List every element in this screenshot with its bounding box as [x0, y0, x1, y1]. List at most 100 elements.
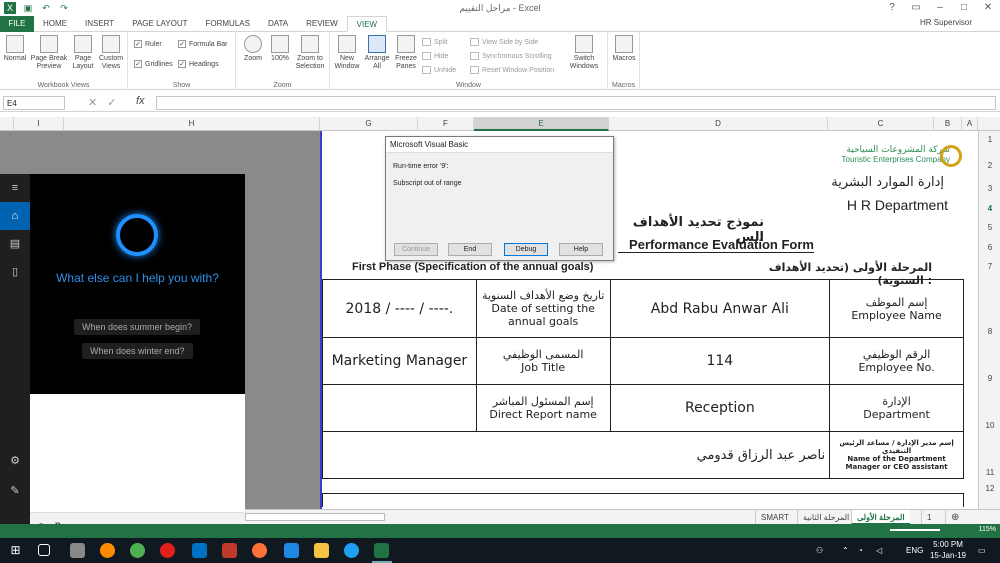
cancel-icon[interactable]: ✕	[88, 96, 97, 109]
freeze-panes-button[interactable]: Freeze Panes	[392, 35, 420, 71]
firefox-icon[interactable]	[100, 543, 115, 558]
ribbon-options-icon[interactable]: ▭	[904, 0, 928, 16]
name-box[interactable]: E4	[3, 96, 65, 110]
job-title-value-cell[interactable]: Marketing Manager	[322, 337, 477, 385]
row-header[interactable]: 7	[979, 262, 1000, 271]
tab-review[interactable]: REVIEW	[297, 16, 347, 32]
chrome-icon[interactable]	[130, 543, 145, 558]
new-window-button[interactable]: New Window	[332, 35, 362, 71]
macros-button[interactable]: Macros	[610, 35, 638, 63]
page-break-preview-button[interactable]: Page Break Preview	[30, 35, 68, 71]
zoom-100-button[interactable]: 100%	[268, 35, 292, 63]
employee-name-value-cell[interactable]: Abd Rabu Anwar Ali	[609, 279, 831, 338]
volume-icon[interactable]: ◁	[876, 546, 882, 555]
sheet-tab[interactable]: 1	[921, 510, 936, 525]
tab-data[interactable]: DATA	[259, 16, 297, 32]
outlook-icon[interactable]	[192, 543, 207, 558]
date-value-cell[interactable]: 2018 / ---- / ----.	[322, 279, 477, 338]
edge-icon[interactable]	[284, 543, 299, 558]
start-icon[interactable]: ⊞	[8, 543, 23, 558]
date-label-cell[interactable]: تاريخ وضع الأهداف السنوية Date of setting…	[475, 279, 611, 338]
file-explorer-icon[interactable]	[314, 543, 329, 558]
department-value-cell[interactable]: Reception	[609, 384, 831, 432]
tray-chevron-icon[interactable]: ⌃	[842, 546, 849, 555]
zoom-slider[interactable]	[890, 529, 940, 531]
suggestion-item[interactable]: When does summer begin?	[74, 319, 201, 335]
internet-explorer-icon[interactable]	[344, 543, 359, 558]
maximize-icon[interactable]: □	[952, 0, 976, 16]
formula-bar-checkbox[interactable]: ✓ Formula Bar	[178, 40, 228, 48]
firefox-icon[interactable]	[252, 543, 267, 558]
custom-views-button[interactable]: Custom Views	[97, 35, 125, 71]
clock-date[interactable]: 15-Jan-19	[928, 551, 968, 560]
language-indicator[interactable]: ENG	[906, 546, 923, 555]
close-icon[interactable]: ✕	[976, 0, 1000, 16]
tab-formulas[interactable]: FORMULAS	[196, 16, 258, 32]
vba-error-dialog[interactable]: Microsoft Visual Basic Run-time error '9…	[385, 136, 614, 261]
tab-page-layout[interactable]: PAGE LAYOUT	[123, 16, 196, 32]
people-icon[interactable]: ⚇	[816, 546, 823, 555]
network-icon[interactable]: ◔	[858, 546, 863, 555]
minimize-icon[interactable]: –	[928, 0, 952, 16]
direct-report-label-cell[interactable]: إسم المسئول المباشر Direct Report name	[475, 384, 611, 432]
headings-checkbox[interactable]: ✓ Headings	[178, 60, 219, 68]
column-header[interactable]: A	[962, 117, 978, 131]
normal-view-button[interactable]: Normal	[2, 35, 28, 63]
row-header[interactable]: 8	[979, 327, 1000, 336]
app-icon[interactable]	[70, 543, 85, 558]
ruler-checkbox[interactable]: ✓ Ruler	[134, 40, 162, 48]
employee-no-label-cell[interactable]: الرقم الوظيفي Employee No.	[829, 337, 964, 385]
device-icon[interactable]: ▯	[0, 258, 30, 286]
direct-report-value-cell[interactable]	[322, 384, 477, 432]
row-header[interactable]: 3	[979, 184, 1000, 193]
view-side-by-side-button[interactable]: View Side by Side	[470, 38, 538, 46]
continue-button[interactable]: Continue	[394, 243, 438, 256]
row-header[interactable]: 12	[979, 484, 1000, 493]
row-header[interactable]: 6	[979, 243, 1000, 252]
row-header[interactable]: 2	[979, 161, 1000, 170]
insert-function-icon[interactable]: fx	[136, 95, 145, 107]
column-header[interactable]: H	[64, 117, 320, 131]
row-header[interactable]: 5	[979, 223, 1000, 232]
synchronous-scrolling-button[interactable]: Synchronous Scrolling	[470, 52, 552, 60]
app-icon[interactable]	[222, 543, 237, 558]
zoom-level[interactable]: 115%	[979, 526, 996, 533]
help-icon[interactable]: ?	[880, 0, 904, 16]
row-header[interactable]: 10	[979, 421, 1000, 430]
select-all-corner[interactable]	[0, 117, 14, 131]
notifications-icon[interactable]: ▭	[978, 546, 986, 555]
settings-icon[interactable]: ⚙	[0, 454, 30, 467]
column-header[interactable]: C	[828, 117, 934, 131]
tab-view[interactable]: VIEW	[346, 15, 388, 32]
manager-name-label-cell[interactable]: إسم مدير الإدارة / مساعد الرئيس التنفيذي…	[829, 431, 964, 479]
formula-input[interactable]	[156, 96, 996, 110]
horizontal-scrollbar[interactable]	[245, 513, 385, 521]
home-icon[interactable]: ⌂	[0, 202, 30, 230]
zoom-to-selection-button[interactable]: Zoom to Selection	[294, 35, 326, 71]
row-header[interactable]: 9	[979, 374, 1000, 383]
gridlines-checkbox[interactable]: ✓ Gridlines	[134, 60, 173, 68]
column-header[interactable]: I	[14, 117, 64, 131]
debug-button[interactable]: Debug	[504, 243, 548, 256]
row-header[interactable]: 4	[979, 204, 1000, 213]
opera-icon[interactable]	[160, 543, 175, 558]
switch-windows-button[interactable]: Switch Windows	[566, 35, 602, 71]
job-title-label-cell[interactable]: المسمى الوظيفي Job Title	[475, 337, 611, 385]
menu-icon[interactable]: ≡	[0, 174, 30, 202]
tab-home[interactable]: HOME	[34, 16, 76, 32]
reset-window-position-button[interactable]: Reset Window Position	[470, 66, 554, 74]
enter-icon[interactable]: ✓	[107, 96, 116, 109]
end-button[interactable]: End	[448, 243, 492, 256]
row-header[interactable]: 11	[979, 468, 1000, 477]
hide-button[interactable]: Hide	[422, 52, 448, 60]
column-header[interactable]: G	[320, 117, 418, 131]
row-header[interactable]: 1	[979, 135, 1000, 144]
arrange-all-button[interactable]: Arrange All	[363, 35, 391, 71]
unhide-button[interactable]: Unhide	[422, 66, 456, 74]
sheet-tab-active[interactable]: المرحلة الأولى	[851, 510, 910, 525]
column-header[interactable]: E	[474, 117, 609, 131]
add-sheet-icon[interactable]: ⊕	[945, 510, 964, 525]
notebook-icon[interactable]: ▤	[0, 230, 30, 258]
tab-file[interactable]: FILE	[0, 15, 34, 32]
split-button[interactable]: Split	[422, 38, 448, 46]
